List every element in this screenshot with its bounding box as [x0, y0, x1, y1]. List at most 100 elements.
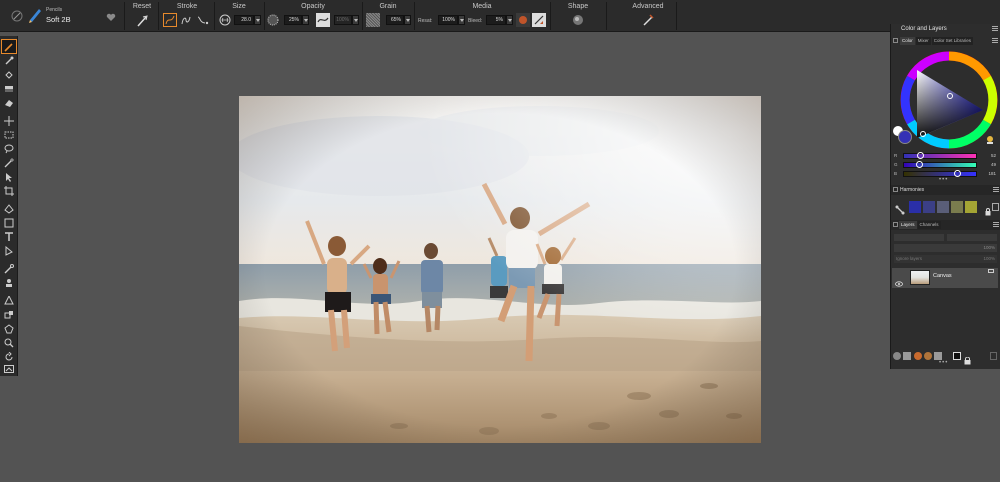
- layer-attributes-icon[interactable]: [893, 352, 901, 360]
- dab-shape-icon[interactable]: [571, 13, 585, 27]
- crop-tool-icon[interactable]: [2, 184, 16, 197]
- layers-menu-icon[interactable]: [993, 222, 999, 227]
- delete-layer-icon[interactable]: [990, 352, 997, 360]
- blue-knob[interactable]: [954, 170, 961, 177]
- bleed-dropdown[interactable]: [506, 15, 513, 25]
- shape-tool-icon[interactable]: [2, 216, 16, 229]
- harmonies-menu-icon[interactable]: [993, 187, 999, 192]
- reset-brush-icon[interactable]: [135, 14, 149, 28]
- harmony-lock-icon[interactable]: [985, 203, 991, 216]
- layer-adjust-icon[interactable]: [903, 352, 911, 360]
- opacity-dropdown[interactable]: [302, 15, 309, 25]
- size-value[interactable]: 28.0: [234, 15, 254, 25]
- brush-variant[interactable]: Soft 2B: [46, 15, 71, 24]
- red-value[interactable]: 52: [991, 153, 996, 158]
- shape-selection-tool-icon[interactable]: [2, 244, 16, 257]
- size-dial-icon[interactable]: [218, 13, 232, 27]
- opacity-expression-value[interactable]: 100%: [334, 15, 352, 25]
- dodge-tool-icon[interactable]: [2, 294, 16, 307]
- green-track[interactable]: [903, 162, 977, 168]
- layers-resize-grip[interactable]: •••: [939, 360, 948, 366]
- color-menu-icon[interactable]: [992, 38, 998, 43]
- tab-color-set-libraries[interactable]: Color Set Libraries: [931, 37, 974, 45]
- rubber-stamp-tool-icon[interactable]: [2, 276, 16, 289]
- stroke-options-icon[interactable]: [196, 13, 210, 27]
- resat-dropdown[interactable]: [458, 15, 465, 25]
- dropper-tool-icon[interactable]: [2, 54, 16, 67]
- ignore-layers-field[interactable]: Ignore layers 100%: [894, 255, 997, 263]
- brush-library-icon[interactable]: [10, 9, 24, 23]
- resat-value[interactable]: 100%: [438, 15, 458, 25]
- layer-mask-icon[interactable]: [914, 352, 922, 360]
- layer-visibility-eye-icon[interactable]: [895, 274, 903, 287]
- mirror-tool-icon[interactable]: [2, 308, 16, 321]
- pencil-brush-icon[interactable]: [27, 7, 43, 23]
- layer-opacity-field[interactable]: 100%: [894, 244, 997, 252]
- magnifier-tool-icon[interactable]: [2, 336, 16, 349]
- brush-tool-icon[interactable]: [1, 39, 17, 54]
- pen-tool-icon[interactable]: [2, 202, 16, 215]
- brush-category[interactable]: Pencils: [46, 7, 62, 13]
- green-value[interactable]: 49: [991, 162, 996, 167]
- canvas-image[interactable]: [239, 96, 761, 443]
- tab-channels[interactable]: Channels: [917, 221, 941, 229]
- dirty-mode-icon[interactable]: [516, 13, 530, 27]
- grain-dropdown[interactable]: [404, 15, 411, 25]
- new-layer-group-icon[interactable]: [934, 352, 942, 360]
- current-color-swatch[interactable]: [898, 130, 912, 144]
- kaleidoscope-tool-icon[interactable]: [2, 322, 16, 335]
- grain-value[interactable]: 65%: [386, 15, 404, 25]
- freehand-stroke-icon[interactable]: [163, 13, 177, 27]
- harmony-swatch[interactable]: [951, 201, 963, 213]
- paint-bucket-tool-icon[interactable]: [2, 68, 16, 81]
- color-close-icon[interactable]: [893, 38, 898, 43]
- composite-depth-dropdown[interactable]: [947, 234, 997, 241]
- tab-mixer[interactable]: Mixer: [915, 37, 931, 45]
- lasso-tool-icon[interactable]: [2, 142, 16, 155]
- harmony-swatch[interactable]: [923, 201, 935, 213]
- panel-menu-icon[interactable]: [992, 26, 998, 31]
- green-slider[interactable]: G 49: [893, 161, 999, 169]
- red-knob[interactable]: [917, 152, 924, 159]
- magic-wand-tool-icon[interactable]: [2, 156, 16, 169]
- layer-dynamic-plugins-icon[interactable]: [924, 352, 932, 360]
- navigator-tool-icon[interactable]: [2, 364, 16, 374]
- opacity-expression-dropdown[interactable]: [352, 15, 359, 25]
- layer-row-canvas[interactable]: Canvas: [892, 268, 998, 288]
- red-slider[interactable]: R 52: [893, 152, 999, 160]
- gradient-tool-icon[interactable]: [2, 82, 16, 95]
- harmony-add-icon[interactable]: [992, 203, 999, 211]
- favorite-heart-icon[interactable]: [104, 10, 118, 24]
- advanced-brush-icon[interactable]: [641, 13, 655, 27]
- tab-color[interactable]: Color: [900, 37, 915, 45]
- harmony-swatch[interactable]: [937, 201, 949, 213]
- resize-grip[interactable]: •••: [939, 177, 948, 183]
- harmony-link-icon[interactable]: [895, 202, 905, 215]
- opacity-value[interactable]: 25%: [284, 15, 302, 25]
- opacity-dial-icon[interactable]: [266, 13, 280, 27]
- tab-layers[interactable]: Layers: [899, 221, 917, 229]
- move-tool-icon[interactable]: [2, 114, 16, 127]
- harmony-swatch[interactable]: [909, 201, 921, 213]
- straight-stroke-icon[interactable]: [179, 13, 193, 27]
- cloner-tool-icon[interactable]: [2, 262, 16, 275]
- opacity-expression-icon[interactable]: [316, 13, 330, 27]
- rectangle-select-tool-icon[interactable]: [2, 128, 16, 141]
- lock-layer-icon[interactable]: [964, 352, 971, 365]
- bleed-value[interactable]: 5%: [486, 15, 506, 25]
- selection-adjuster-tool-icon[interactable]: [2, 170, 16, 183]
- text-tool-icon[interactable]: [2, 230, 16, 243]
- grain-texture-icon[interactable]: [366, 13, 380, 27]
- new-layer-icon[interactable]: [953, 352, 961, 360]
- harmony-swatch[interactable]: [965, 201, 977, 213]
- composite-method-dropdown[interactable]: [894, 234, 944, 241]
- harmonies-close-icon[interactable]: [893, 187, 898, 192]
- media-options-icon[interactable]: [532, 13, 546, 27]
- layer-name[interactable]: Canvas: [933, 273, 952, 279]
- rotate-page-tool-icon[interactable]: [2, 350, 16, 363]
- green-knob[interactable]: [916, 161, 923, 168]
- red-track[interactable]: [903, 153, 977, 159]
- color-picker-icon[interactable]: [985, 132, 995, 144]
- blue-value[interactable]: 181: [988, 171, 996, 176]
- eraser-tool-icon[interactable]: [2, 96, 16, 109]
